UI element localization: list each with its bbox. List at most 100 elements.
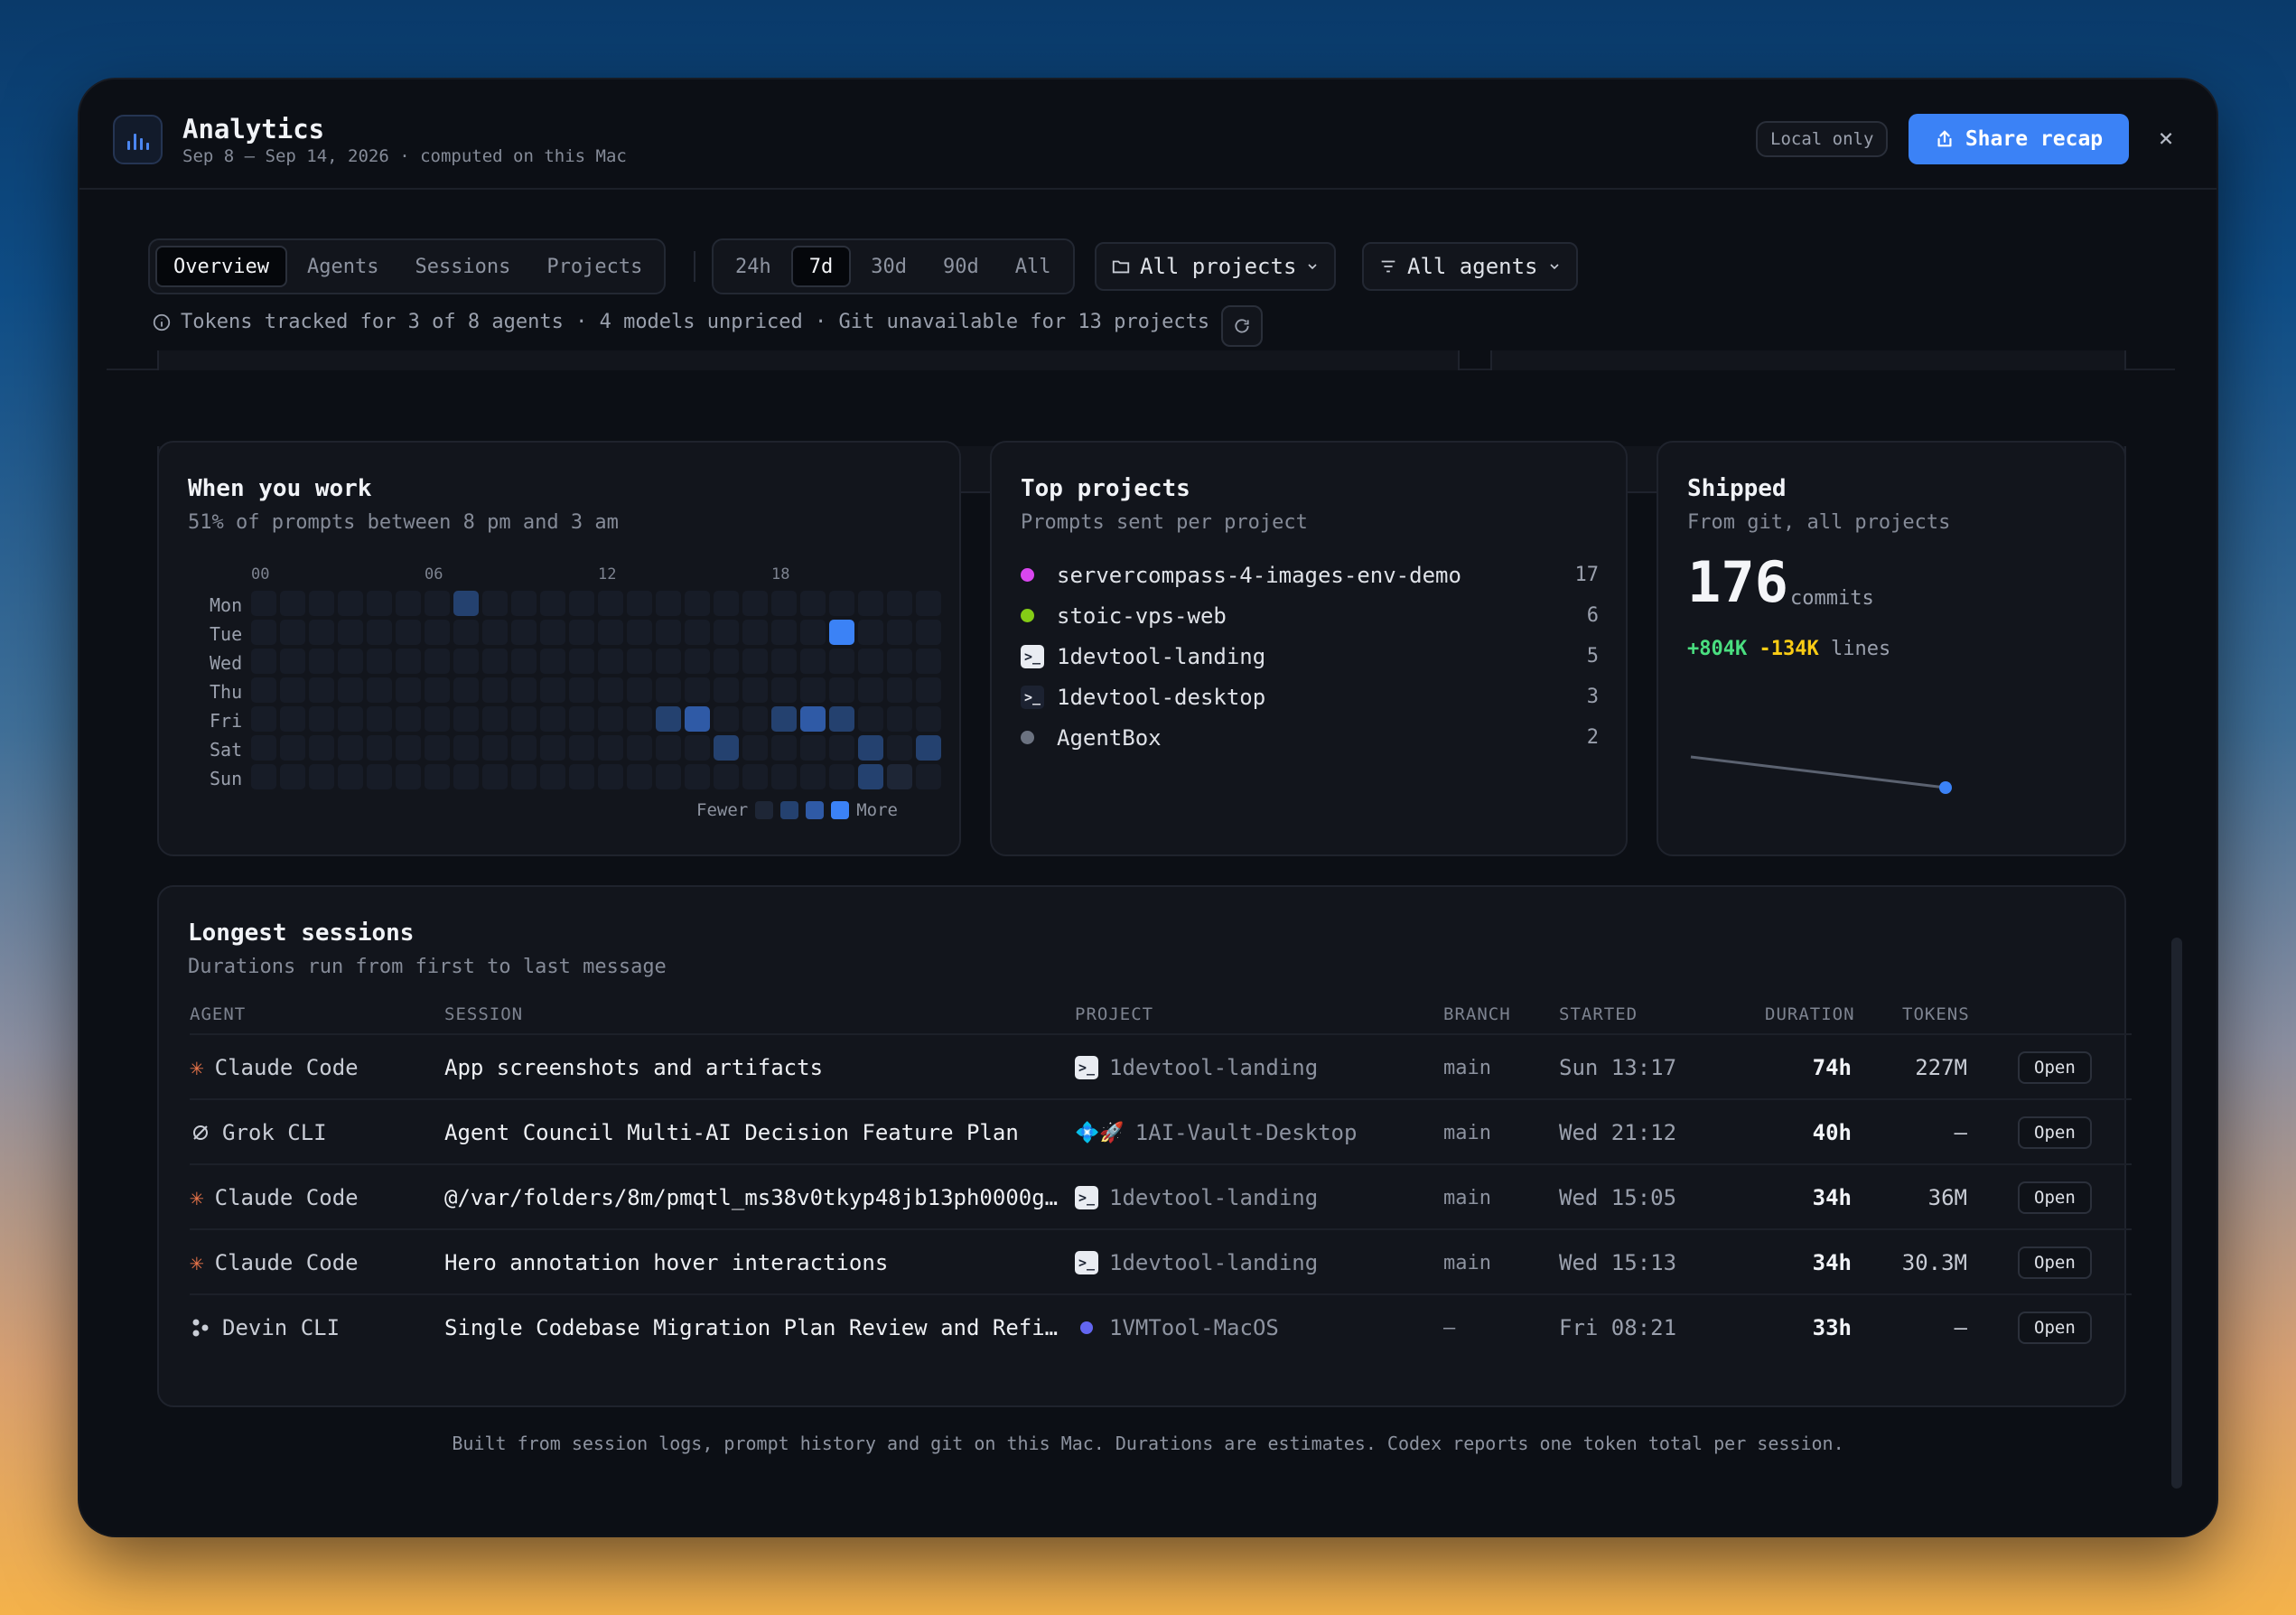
info-icon — [153, 313, 171, 331]
heatmap-cell — [482, 764, 508, 789]
projects-filter-dropdown[interactable]: All projects — [1095, 242, 1337, 291]
heatmap-cell — [309, 764, 334, 789]
project-cell: >_ 1devtool-landing — [1075, 1035, 1318, 1100]
heatmap-cell — [916, 649, 941, 674]
range-90d[interactable]: 90d — [927, 246, 995, 287]
heatmap-cell — [916, 591, 941, 616]
session-name: Agent Council Multi-AI Decision Feature … — [444, 1120, 1019, 1145]
heatmap-cell — [800, 649, 826, 674]
scrollbar[interactable] — [2171, 938, 2182, 1489]
column-header: STARTED — [1559, 1004, 1638, 1024]
branch: main — [1443, 1186, 1491, 1209]
heatmap-cell — [714, 591, 739, 616]
heatmap-cell — [396, 706, 421, 732]
heatmap-cell — [887, 677, 912, 703]
heatmap-cell — [251, 591, 276, 616]
table-row[interactable]: Devin CLI Single Codebase Migration Plan… — [190, 1293, 2132, 1358]
heatmap-cell — [858, 591, 883, 616]
heatmap-cell — [425, 764, 450, 789]
open-button[interactable]: Open — [2018, 1181, 2092, 1214]
heatmap-cell — [453, 764, 479, 789]
heatmap-cell — [280, 764, 305, 789]
heatmap-cell — [858, 764, 883, 789]
heatmap-cell — [367, 764, 392, 789]
heatmap-cell — [887, 591, 912, 616]
share-recap-button[interactable]: Share recap — [1909, 114, 2129, 164]
heatmap-cell — [453, 706, 479, 732]
legend-swatch — [755, 801, 774, 819]
heatmap-cell — [251, 620, 276, 645]
heatmap-legend: Fewer More — [696, 800, 898, 820]
tab-overview[interactable]: Overview — [155, 246, 287, 287]
heatmap-cell — [540, 649, 565, 674]
tokens: 227M — [1915, 1055, 1967, 1080]
list-item[interactable]: servercompass-4-images-env-demo 17 — [1021, 555, 1599, 595]
started: Sun 13:17 — [1559, 1055, 1677, 1080]
heatmap-cell — [598, 620, 623, 645]
heatmap-cell — [887, 620, 912, 645]
heatmap-cell — [367, 706, 392, 732]
heatmap-cell — [800, 764, 826, 789]
agents-filter-dropdown[interactable]: All agents — [1362, 242, 1578, 291]
list-item[interactable]: AgentBox 2 — [1021, 717, 1599, 758]
agent-cell: Grok CLI — [190, 1100, 327, 1165]
table-row[interactable]: ✳ Claude Code Hero annotation hover inte… — [190, 1228, 2132, 1293]
range-24h[interactable]: 24h — [719, 246, 788, 287]
project-name: AgentBox — [1057, 724, 1162, 751]
claude-icon: ✳ — [190, 1184, 204, 1211]
heatmap-cell — [396, 735, 421, 761]
heatmap-cell — [511, 620, 537, 645]
hour-label: 12 — [598, 565, 617, 583]
heatmap-cell — [714, 677, 739, 703]
heatmap-cell — [656, 735, 681, 761]
heatmap-cell — [656, 620, 681, 645]
heatmap-cell — [800, 591, 826, 616]
column-header: AGENT — [190, 1004, 247, 1024]
open-button[interactable]: Open — [2018, 1116, 2092, 1149]
column-header: DURATION — [1765, 1004, 1855, 1024]
when-you-work-title: When you work — [188, 475, 372, 502]
heatmap-cell — [338, 735, 363, 761]
heatmap-cell — [425, 620, 450, 645]
heatmap-cell — [511, 706, 537, 732]
longest-sessions-card: Longest sessions Durations run from firs… — [157, 885, 2132, 1407]
list-item[interactable]: >_ 1devtool-desktop 3 — [1021, 677, 1599, 717]
duration: 34h — [1812, 1185, 1852, 1210]
hour-label: 00 — [251, 565, 270, 583]
session-name: App screenshots and artifacts — [444, 1055, 824, 1080]
refresh-icon[interactable] — [1221, 305, 1263, 347]
claude-icon: ✳ — [190, 1249, 204, 1276]
heatmap-cell — [916, 677, 941, 703]
open-button[interactable]: Open — [2018, 1246, 2092, 1279]
started: Wed 21:12 — [1559, 1120, 1677, 1145]
tab-agents[interactable]: Agents — [291, 246, 395, 287]
legend-more: More — [856, 800, 898, 820]
heatmap-cell — [685, 591, 710, 616]
range-all[interactable]: All — [999, 246, 1068, 287]
project-color-dot — [1021, 568, 1034, 582]
range-7d[interactable]: 7d — [790, 246, 852, 287]
table-row[interactable]: ✳ Claude Code @/var/folders/8m/pmqtl_ms3… — [190, 1163, 2132, 1228]
range-30d[interactable]: 30d — [854, 246, 923, 287]
heatmap-cell — [742, 649, 768, 674]
hour-label: 18 — [771, 565, 790, 583]
lines-removed: -134K — [1759, 638, 1819, 660]
open-button[interactable]: Open — [2018, 1051, 2092, 1084]
tokens: 36M — [1927, 1185, 1967, 1210]
vault-icon: 💠🚀 — [1075, 1121, 1125, 1144]
table-row[interactable]: Grok CLI Agent Council Multi-AI Decision… — [190, 1098, 2132, 1163]
commit-count: 176 — [1687, 549, 1788, 615]
tab-sessions[interactable]: Sessions — [398, 246, 527, 287]
hour-label: 06 — [425, 565, 443, 583]
open-button[interactable]: Open — [2018, 1312, 2092, 1344]
bar-chart-icon — [113, 115, 163, 164]
tab-projects[interactable]: Projects — [530, 246, 658, 287]
close-icon[interactable]: × — [2148, 119, 2184, 155]
heatmap-cell — [916, 735, 941, 761]
list-item[interactable]: >_ 1devtool-landing 5 — [1021, 636, 1599, 677]
heatmap-cell — [685, 764, 710, 789]
heatmap-cell — [569, 706, 594, 732]
list-item[interactable]: stoic-vps-web 6 — [1021, 595, 1599, 636]
heatmap-cell — [309, 591, 334, 616]
table-row[interactable]: ✳ Claude Code App screenshots and artifa… — [190, 1033, 2132, 1098]
